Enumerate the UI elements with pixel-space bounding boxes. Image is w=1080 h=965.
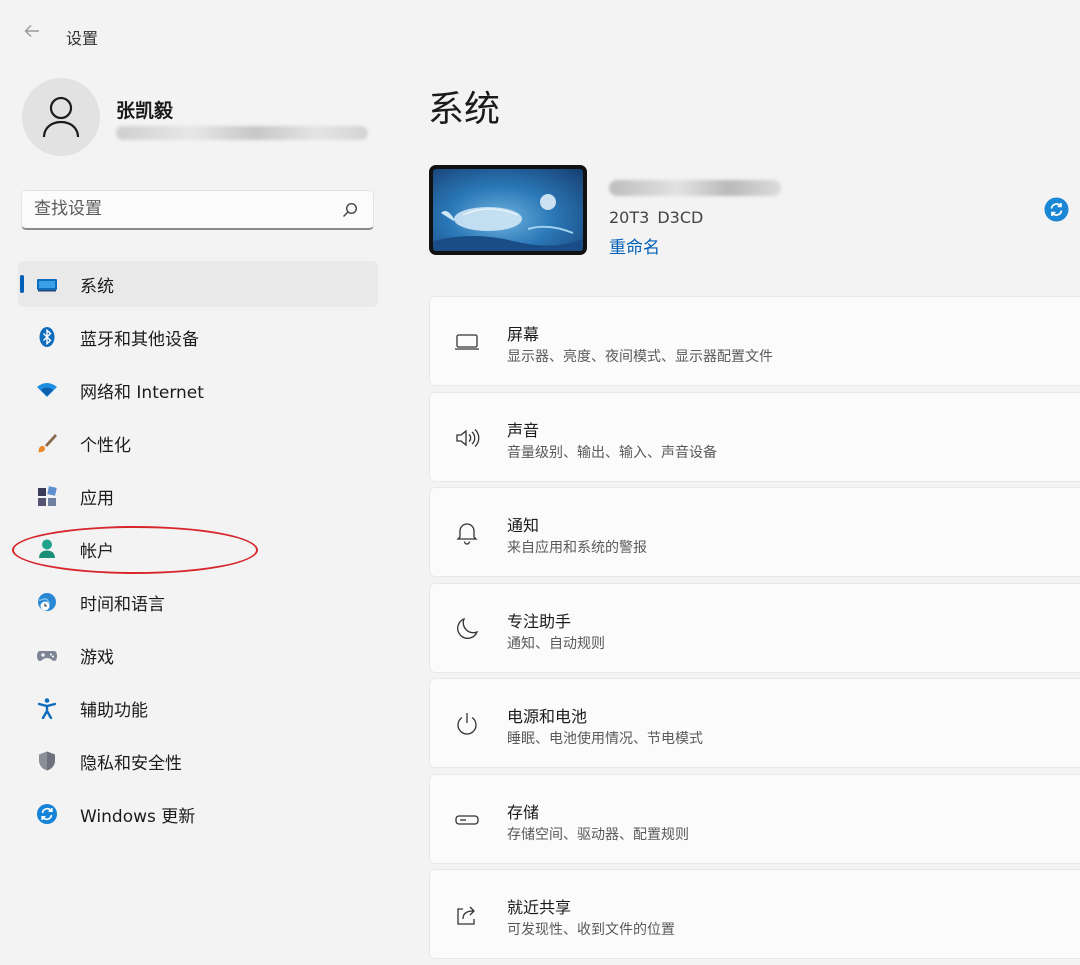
sidebar-item-system[interactable]: 系统 (18, 261, 378, 307)
sidebar-item-label: 应用 (80, 489, 114, 509)
sidebar-item-bluetooth[interactable]: 蓝牙和其他设备 (18, 314, 378, 360)
windows-update-icon (37, 804, 57, 824)
sidebar-item-label: 时间和语言 (80, 595, 165, 615)
card-sound[interactable]: 声音 音量级别、输出、输入、声音设备 (429, 391, 1080, 482)
update-sync-icon[interactable] (1044, 197, 1069, 222)
sidebar-item-accounts[interactable]: 帐户 (18, 526, 378, 572)
device-thumbnail (429, 165, 587, 255)
monitor-icon (37, 279, 57, 292)
sidebar-item-privacy[interactable]: 隐私和安全性 (18, 738, 378, 784)
back-arrow-icon (24, 25, 39, 37)
search-input[interactable] (34, 191, 334, 227)
sidebar-item-apps[interactable]: 应用 (18, 473, 378, 519)
card-description: 睡眠、电池使用情况、节电模式 (507, 731, 703, 747)
card-nearby-sharing[interactable]: 就近共享 可发现性、收到文件的位置 (429, 869, 1080, 959)
card-description: 显示器、亮度、夜间模式、显示器配置文件 (507, 349, 773, 365)
profile-name: 张凯毅 (116, 100, 174, 122)
page-title: 系统 (428, 89, 501, 130)
avatar[interactable] (22, 78, 100, 156)
accessibility-icon (37, 698, 57, 719)
card-title: 存储 (507, 802, 540, 822)
speaker-icon (456, 428, 480, 447)
card-description: 音量级别、输出、输入、声音设备 (507, 444, 717, 461)
search-icon[interactable] (341, 201, 359, 219)
card-notifications[interactable]: 通知 来自应用和系统的警报 (429, 487, 1080, 577)
bell-icon (456, 523, 478, 545)
device-name-redacted (609, 180, 781, 196)
device-model: 20T3 D3CD (609, 208, 704, 227)
person-icon (42, 96, 80, 138)
sidebar-item-network[interactable]: 网络和 Internet (18, 367, 378, 413)
card-description: 可发现性、收到文件的位置 (507, 922, 675, 938)
paintbrush-icon (38, 434, 57, 453)
sidebar-item-time-language[interactable]: 时间和语言 (18, 579, 378, 625)
sidebar-item-label: 隐私和安全性 (80, 754, 182, 774)
card-storage[interactable]: 存储 存储空间、驱动器、配置规则 (429, 773, 1080, 864)
storage-icon (455, 814, 479, 825)
search-box[interactable] (21, 190, 374, 230)
display-icon (455, 334, 479, 350)
wifi-icon (37, 383, 57, 397)
sidebar-item-label: 辅助功能 (80, 701, 148, 721)
power-icon (457, 713, 477, 735)
card-focus-assist[interactable]: 专注助手 通知、自动规则 (429, 582, 1080, 673)
share-icon (457, 906, 475, 925)
card-title: 通知 (507, 516, 540, 535)
card-title: 专注助手 (507, 611, 572, 631)
whale-wallpaper-image (433, 194, 583, 251)
account-icon (39, 539, 55, 558)
sidebar-item-label: 个性化 (80, 436, 131, 456)
settings-card-list: 屏幕 显示器、亮度、夜间模式、显示器配置文件 声音 音量级别、输出、输入、声音设… (429, 296, 1080, 965)
profile-email-redacted (116, 126, 368, 140)
card-power-battery[interactable]: 电源和电池 睡眠、电池使用情况、节电模式 (429, 678, 1080, 768)
desktop-wallpaper (433, 169, 583, 251)
card-title: 声音 (507, 420, 540, 440)
card-title: 屏幕 (507, 325, 540, 344)
card-description: 通知、自动规则 (507, 635, 605, 652)
card-display[interactable]: 屏幕 显示器、亮度、夜间模式、显示器配置文件 (429, 296, 1080, 386)
globe-clock-icon (38, 593, 56, 611)
active-indicator (20, 275, 24, 293)
sidebar-nav: 系统 蓝牙和其他设备 网络和 Internet 个性化 应用 帐户 时间和语言 … (18, 261, 378, 844)
gamepad-icon (37, 651, 57, 661)
card-description: 来自应用和系统的警报 (507, 540, 647, 556)
sidebar-item-accessibility[interactable]: 辅助功能 (18, 685, 378, 731)
card-description: 存储空间、驱动器、配置规则 (507, 826, 689, 843)
sidebar-item-label: 帐户 (80, 542, 114, 562)
back-button[interactable] (18, 22, 46, 48)
moon-icon (457, 617, 479, 639)
sidebar-item-label: 蓝牙和其他设备 (80, 330, 199, 350)
apps-icon (38, 486, 57, 506)
sidebar-item-personalization[interactable]: 个性化 (18, 420, 378, 466)
card-title: 电源和电池 (507, 707, 588, 726)
sidebar-item-label: 游戏 (80, 648, 114, 668)
shield-icon (39, 751, 55, 771)
rename-link[interactable]: 重命名 (609, 233, 660, 258)
window-title: 设置 (66, 29, 99, 48)
bluetooth-icon (39, 327, 55, 347)
sidebar-item-label: 系统 (80, 277, 114, 297)
sidebar-item-windows-update[interactable]: Windows 更新 (18, 791, 378, 837)
title-bar: 设置 (0, 0, 1080, 70)
sidebar-item-label: 网络和 Internet (80, 383, 204, 403)
sidebar-item-gaming[interactable]: 游戏 (18, 632, 378, 678)
sidebar-item-label: Windows 更新 (80, 807, 196, 827)
card-title: 就近共享 (507, 898, 572, 917)
